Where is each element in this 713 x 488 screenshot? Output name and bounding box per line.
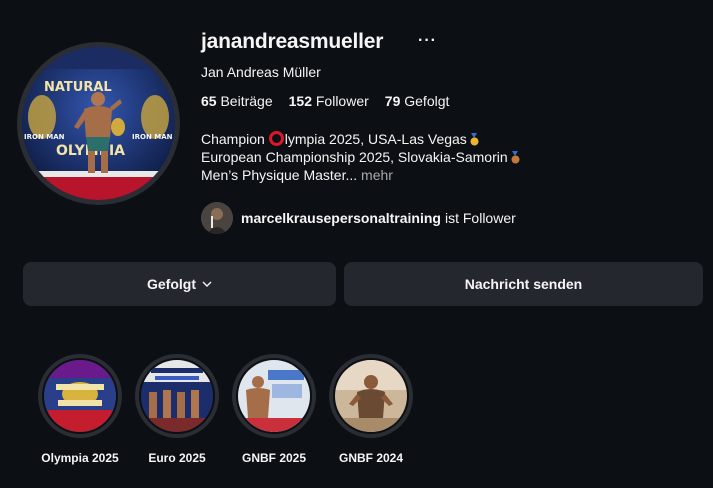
following-stat[interactable]: 79 Gefolgt <box>385 93 450 109</box>
bio-line-2: European Championship 2025, Slovakia-Sam… <box>201 148 521 166</box>
posts-label: Beiträge <box>220 93 273 109</box>
follower-suffix: ist Follower <box>444 210 516 226</box>
bio-line-1-text: lympia 2025, USA-Las Vegas <box>284 131 467 147</box>
bio-line-2-text: European Championship 2025, Slovakia-Sam… <box>201 149 508 165</box>
bio-line-3: Men’s Physique Master... mehr <box>201 166 521 184</box>
bio-line-1: Champion lympia 2025, USA-Las Vegas <box>201 130 521 148</box>
followed-by[interactable]: marcelkrausepersonaltraining ist Followe… <box>201 202 516 234</box>
highlight-label: GNBF 2025 <box>241 451 307 465</box>
profile-avatar[interactable]: NATURAL OLYMPIA IRON MAN IRON MAN <box>17 42 180 205</box>
follower-username[interactable]: marcelkrausepersonaltraining <box>241 210 441 226</box>
profile-bio: Champion lympia 2025, USA-Las Vegas Euro… <box>201 130 521 184</box>
bronze-medal-icon <box>511 151 520 164</box>
posts-count: 65 <box>201 93 217 109</box>
highlight-cover <box>329 354 413 438</box>
svg-text:IRON MAN: IRON MAN <box>24 133 65 141</box>
chevron-down-icon <box>202 281 212 287</box>
highlight-euro-2025[interactable]: Euro 2025 <box>132 354 222 465</box>
followers-label: Follower <box>315 93 369 109</box>
more-options-icon[interactable]: ··· <box>418 32 437 50</box>
highlight-cover <box>38 354 122 438</box>
highlight-cover <box>232 354 316 438</box>
posts-stat: 65 Beiträge <box>201 93 273 109</box>
send-message-label: Nachricht senden <box>464 276 583 292</box>
highlight-label: Euro 2025 <box>148 451 206 465</box>
profile-stats: 65 Beiträge 152 Follower 79 Gefolgt <box>201 93 449 109</box>
profile-username: janandreasmueller <box>201 30 384 53</box>
bio-line-1-prefix: Champion <box>201 131 269 147</box>
highlight-olympia-2025[interactable]: Olympia 2025 <box>35 354 125 465</box>
profile-photo: NATURAL OLYMPIA IRON MAN IRON MAN <box>22 47 175 200</box>
highlight-cover <box>135 354 219 438</box>
bio-more-link[interactable]: mehr <box>361 167 393 183</box>
followers-count: 152 <box>288 93 312 109</box>
highlight-gnbf-2024[interactable]: GNBF 2024 <box>326 354 416 465</box>
red-circle-icon <box>268 131 284 146</box>
profile-full-name: Jan Andreas Müller <box>201 64 321 80</box>
followers-stat[interactable]: 152 Follower <box>289 93 369 109</box>
following-button-label: Gefolgt <box>147 276 196 292</box>
following-button[interactable]: Gefolgt <box>23 262 336 306</box>
svg-text:IRON MAN: IRON MAN <box>132 133 173 141</box>
send-message-button[interactable]: Nachricht senden <box>344 262 703 306</box>
highlight-label: Olympia 2025 <box>41 451 119 465</box>
following-label: Gefolgt <box>404 93 450 109</box>
bio-line-3-text: Men’s Physique Master... <box>201 167 358 183</box>
highlight-gnbf-2025[interactable]: GNBF 2025 <box>229 354 319 465</box>
follower-avatar[interactable] <box>201 202 233 234</box>
following-count: 79 <box>384 93 401 109</box>
gold-medal-icon <box>470 133 479 146</box>
highlight-label: GNBF 2024 <box>338 451 404 465</box>
svg-text:NATURAL: NATURAL <box>44 80 112 95</box>
